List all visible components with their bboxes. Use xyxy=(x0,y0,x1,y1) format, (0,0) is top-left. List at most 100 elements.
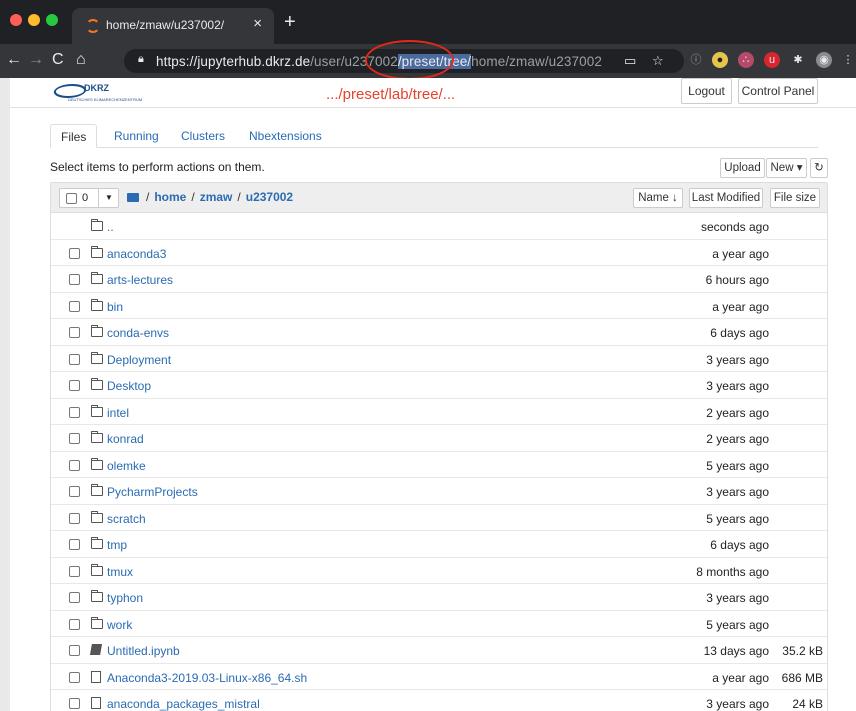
row-checkbox[interactable] xyxy=(69,380,80,391)
tab-nbextensions[interactable]: Nbextensions xyxy=(249,124,322,148)
extensions-puzzle-icon[interactable]: ✱ xyxy=(790,52,806,68)
tab-clusters[interactable]: Clusters xyxy=(181,124,225,148)
row-checkbox[interactable] xyxy=(69,406,80,418)
list-item[interactable]: anaconda_packages_mistral 3 years ago 24 k… xyxy=(51,690,827,711)
row-checkbox[interactable] xyxy=(69,671,80,683)
select-all-checkbox[interactable] xyxy=(66,193,77,204)
jupyter-favicon-icon xyxy=(86,19,100,33)
sort-modified-button[interactable]: Last Modified xyxy=(689,188,763,208)
reload-icon[interactable]: C xyxy=(52,50,64,70)
row-checkbox[interactable] xyxy=(69,353,80,365)
row-checkbox[interactable] xyxy=(69,618,80,630)
new-tab-button[interactable]: + xyxy=(284,12,296,32)
browser-menu-icon[interactable]: ⋮ xyxy=(840,52,856,68)
maximize-window-button[interactable] xyxy=(46,14,58,26)
list-item[interactable]: Desktop 3 years ago xyxy=(51,372,827,399)
row-checkbox[interactable] xyxy=(69,327,80,338)
row-name-link[interactable]: konrad xyxy=(107,432,144,446)
refresh-icon[interactable]: ↻ xyxy=(810,158,828,178)
tab-files[interactable]: Files xyxy=(50,124,98,148)
row-checkbox[interactable] xyxy=(69,645,80,656)
browser-tab[interactable]: home/zmaw/u237002/ × xyxy=(72,8,274,44)
row-checkbox[interactable] xyxy=(69,698,80,709)
row-name-link[interactable]: tmux xyxy=(107,565,133,579)
list-item[interactable]: tmp 6 days ago xyxy=(51,531,827,558)
minimize-window-button[interactable] xyxy=(28,14,40,26)
row-checkbox[interactable] xyxy=(69,565,80,577)
list-item[interactable]: olemke 5 years ago xyxy=(51,452,827,478)
list-item[interactable]: scratch 5 years ago xyxy=(51,505,827,531)
row-checkbox[interactable] xyxy=(69,592,80,603)
lock-icon: 🔒︎ xyxy=(138,53,144,65)
install-app-icon[interactable]: ▭ xyxy=(624,53,636,69)
row-checkbox[interactable] xyxy=(69,512,80,524)
tab-running[interactable]: Running xyxy=(114,124,159,148)
home-icon[interactable]: ⌂ xyxy=(76,50,86,70)
row-name-link[interactable]: anaconda3 xyxy=(107,247,166,261)
list-item[interactable]: work 5 years ago xyxy=(51,611,827,637)
list-item[interactable]: PycharmProjects 3 years ago xyxy=(51,478,827,505)
dkrz-logo[interactable]: DKRZ DEUTSCHES KLIMARECHENZENTRUM xyxy=(51,81,142,107)
row-checkbox[interactable] xyxy=(69,459,80,471)
list-item[interactable]: tmux 8 months ago xyxy=(51,558,827,584)
list-item[interactable]: Deployment 3 years ago xyxy=(51,346,827,372)
row-name-link[interactable]: Anaconda3-2019.03-Linux-x86_64.sh xyxy=(107,671,307,685)
row-name-link[interactable]: Untitled.ipynb xyxy=(107,644,180,658)
row-checkbox[interactable] xyxy=(69,247,80,259)
row-checkbox[interactable] xyxy=(69,300,80,312)
ublock-icon[interactable]: u xyxy=(764,52,780,68)
list-item[interactable]: konrad 2 years ago xyxy=(51,425,827,452)
control-panel-button[interactable]: Control Panel xyxy=(738,78,818,104)
breadcrumb-home[interactable]: home xyxy=(154,190,186,204)
row-checkbox[interactable] xyxy=(69,539,80,550)
tab-close-icon[interactable]: × xyxy=(253,15,262,32)
row-checkbox[interactable] xyxy=(69,486,80,497)
select-all-control[interactable]: 0 ▼ xyxy=(59,188,119,208)
back-arrow-icon[interactable]: ← xyxy=(6,50,22,70)
new-dropdown-button[interactable]: New ▾ xyxy=(766,158,807,178)
row-name-link[interactable]: bin xyxy=(107,300,123,314)
breadcrumb-u237002[interactable]: u237002 xyxy=(246,190,293,204)
folder-icon xyxy=(91,431,103,443)
profile-avatar-icon[interactable]: ◉ xyxy=(816,52,832,68)
list-item[interactable]: intel 2 years ago xyxy=(51,399,827,425)
info-icon[interactable]: ⓘ xyxy=(688,52,704,68)
sort-name-button[interactable]: Name ↓ xyxy=(633,188,683,208)
bookmark-star-icon[interactable]: ☆ xyxy=(652,53,664,69)
row-modified: 6 hours ago xyxy=(705,273,769,287)
list-item[interactable]: conda-envs 6 days ago xyxy=(51,319,827,346)
row-name-link[interactable]: Deployment xyxy=(107,353,171,367)
extension-cookie-icon[interactable]: ● xyxy=(712,52,728,68)
list-item[interactable]: bin a year ago xyxy=(51,293,827,319)
upload-button[interactable]: Upload xyxy=(720,158,765,178)
list-item[interactable]: .. seconds ago xyxy=(51,213,827,240)
row-name-link[interactable]: intel xyxy=(107,406,129,420)
sort-size-button[interactable]: File size xyxy=(770,188,820,208)
row-name-link[interactable]: arts-lectures xyxy=(107,273,173,287)
root-folder-icon[interactable] xyxy=(127,193,139,202)
row-name-link[interactable]: olemke xyxy=(107,459,146,473)
row-checkbox[interactable] xyxy=(69,274,80,285)
row-name-link[interactable]: Desktop xyxy=(107,379,151,393)
row-name-link[interactable]: tmp xyxy=(107,538,127,552)
close-window-button[interactable] xyxy=(10,14,22,26)
list-item[interactable]: typhon 3 years ago xyxy=(51,584,827,611)
list-item[interactable]: anaconda3 a year ago xyxy=(51,240,827,266)
row-name-link[interactable]: .. xyxy=(107,220,114,234)
list-item[interactable]: Anaconda3-2019.03-Linux-x86_64.sh a year … xyxy=(51,664,827,690)
row-name-link[interactable]: conda-envs xyxy=(107,326,169,340)
row-name-link[interactable]: anaconda_packages_mistral xyxy=(107,697,260,711)
extension-dots-icon[interactable]: ∴ xyxy=(738,52,754,68)
list-item[interactable]: Untitled.ipynb 13 days ago 35.2 kB xyxy=(51,637,827,664)
selection-caret-icon[interactable]: ▼ xyxy=(98,189,119,207)
row-name-link[interactable]: work xyxy=(107,618,132,632)
jupyter-header: DKRZ DEUTSCHES KLIMARECHENZENTRUM .../pr… xyxy=(10,78,856,108)
row-name-link[interactable]: scratch xyxy=(107,512,146,526)
list-item[interactable]: arts-lectures 6 hours ago xyxy=(51,266,827,293)
row-checkbox[interactable] xyxy=(69,433,80,444)
logout-button[interactable]: Logout xyxy=(681,78,732,104)
breadcrumb-zmaw[interactable]: zmaw xyxy=(200,190,233,204)
row-name-link[interactable]: PycharmProjects xyxy=(107,485,198,499)
row-name-link[interactable]: typhon xyxy=(107,591,143,605)
forward-arrow-icon[interactable]: → xyxy=(28,50,44,70)
